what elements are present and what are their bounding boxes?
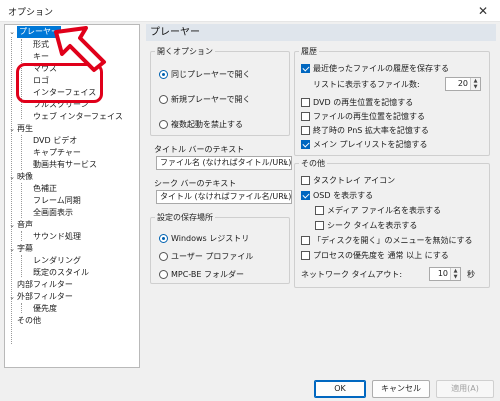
titlebar-text-select[interactable]: ファイル名 (なければタイトル/URL) ∨ [156,156,292,170]
chevron-down-icon: ∨ [282,159,288,167]
expand-caret-icon[interactable]: ⌄ [8,26,16,38]
ok-button[interactable]: OK [314,380,366,398]
tree-item-rendering[interactable]: レンダリング [33,255,81,267]
radio-windows-registry[interactable]: Windows レジストリ [159,233,249,245]
close-icon[interactable]: ✕ [466,0,500,22]
tree-item-sound-processing[interactable]: サウンド処理 [33,231,81,243]
spin-down-icon[interactable]: ▼ [471,84,480,90]
tree-item-playback[interactable]: 再生 [17,123,33,135]
checkbox-icon [301,191,310,200]
tree-item-video-sharing[interactable]: 動画共有サービス [33,159,97,171]
tree-item-priority[interactable]: 優先度 [33,303,57,315]
tree-connector [21,255,22,277]
expand-caret-icon[interactable]: ⌄ [8,171,16,183]
checkbox-remember-file-position[interactable]: ファイルの再生位置を記憶する [301,111,425,123]
radio-icon [159,95,168,104]
checkbox-show-media-filename[interactable]: メディア ファイル名を表示する [315,205,441,217]
cancel-button[interactable]: キャンセル [372,380,430,398]
checkbox-process-priority[interactable]: プロセスの優先度を 通常 以上 にする [301,250,449,262]
tree-item-other[interactable]: その他 [17,315,41,327]
tree-connector [21,135,22,170]
checkbox-icon [301,236,310,245]
other-legend: その他 [301,159,325,168]
checkbox-save-recent-history[interactable]: 最近使ったファイルの履歴を保存する [301,63,449,75]
network-timeout-spinner[interactable]: 10 ▲ ▼ [429,267,461,281]
window-titlebar: オプション ✕ [0,0,500,22]
other-group: その他 タスクトレイ アイコン OSD を表示する メディア ファイル名を表示す… [294,158,490,288]
tree-item-video[interactable]: 映像 [17,171,33,183]
checkbox-icon [301,98,310,107]
expand-caret-icon[interactable]: ⌄ [8,219,16,231]
settings-location-legend: 設定の保存場所 [157,213,213,222]
tree-item-color-correction[interactable]: 色補正 [33,183,57,195]
checkbox-icon [301,251,310,260]
expand-caret-icon[interactable]: ⌄ [8,243,16,255]
radio-single-instance[interactable]: 複数起動を禁止する [159,119,243,131]
recent-file-count-label: リストに表示するファイル数: [313,80,420,89]
tree-item-keys[interactable]: キー [33,51,49,63]
network-timeout-unit: 秒 [467,270,475,279]
checkbox-disable-disc-menu[interactable]: 「ディスクを開く」のメニューを無効にする [301,235,473,247]
radio-user-profile[interactable]: ユーザー プロファイル [159,251,253,263]
window-title: オプション [8,8,54,18]
history-group: 履歴 最近使ったファイルの履歴を保存する リストに表示するファイル数: 20 ▲… [294,46,490,156]
network-timeout-label: ネットワーク タイムアウト: [301,270,403,279]
checkbox-icon [301,176,310,185]
radio-icon [159,120,168,129]
tree-item-capture[interactable]: キャプチャー [33,147,81,159]
checkbox-show-osd[interactable]: OSD を表示する [301,190,373,202]
tree-item-audio[interactable]: 音声 [17,219,33,231]
checkbox-remember-pns-zoom[interactable]: 終了時の PnS 拡大率を記憶する [301,125,429,137]
tree-connector [21,183,22,218]
seekbar-text-select[interactable]: タイトル (なければファイル名/URL) ∨ [156,190,292,204]
tree-item-fullscreen-display[interactable]: 全画面表示 [33,207,73,219]
radio-same-player[interactable]: 同じプレーヤーで開く [159,69,251,81]
spin-down-icon[interactable]: ▼ [451,274,460,280]
options-page: プレーヤー 開くオプション 同じプレーヤーで開く 新規プレーヤーで開く 複数起動… [146,24,496,368]
checkbox-icon [301,64,310,73]
tree-connector [21,303,22,313]
tree-connector [21,231,22,241]
tree-item-external-filters[interactable]: 外部フィルター [17,291,73,303]
settings-location-group: 設定の保存場所 Windows レジストリ ユーザー プロファイル MPC-BE… [150,212,290,284]
radio-icon [159,252,168,261]
tree-item-web-interface[interactable]: ウェブ インターフェイス [33,111,123,123]
checkbox-icon [301,126,310,135]
tree-item-subtitles[interactable]: 字幕 [17,243,33,255]
seekbar-text-label: シーク バーのテキスト [154,179,237,188]
checkbox-icon [315,221,324,230]
radio-mpcbe-folder[interactable]: MPC-BE フォルダー [159,269,244,281]
open-options-legend: 開くオプション [157,47,213,56]
checkbox-remember-dvd-position[interactable]: DVD の再生位置を記憶する [301,97,413,109]
apply-button[interactable]: 適用(A) [436,380,494,398]
checkbox-tray-icon[interactable]: タスクトレイ アイコン [301,175,395,187]
tree-item-format[interactable]: 形式 [33,39,49,51]
open-options-group: 開くオプション 同じプレーヤーで開く 新規プレーヤーで開く 複数起動を禁止する [150,46,290,136]
tree-item-internal-filters[interactable]: 内部フィルター [17,279,73,291]
expand-caret-icon[interactable]: ⌄ [8,123,16,135]
checkbox-icon [315,206,324,215]
chevron-down-icon: ∨ [282,193,288,201]
radio-icon [159,270,168,279]
radio-icon [159,70,168,79]
history-legend: 履歴 [301,47,317,56]
checkbox-remember-main-playlist[interactable]: メイン プレイリストを記憶する [301,139,428,151]
radio-new-player[interactable]: 新規プレーヤーで開く [159,94,251,106]
radio-icon [159,234,168,243]
checkbox-icon [301,112,310,121]
checkbox-show-seek-time[interactable]: シーク タイムを表示する [315,220,417,232]
titlebar-text-label: タイトル バーのテキスト [154,145,245,154]
annotation-arrow-icon [54,26,106,72]
tree-item-default-style[interactable]: 既定のスタイル [33,267,89,279]
tree-item-dvd-video[interactable]: DVD ビデオ [33,135,77,147]
recent-file-count-spinner[interactable]: 20 ▲ ▼ [445,77,481,91]
checkbox-icon [301,140,310,149]
expand-caret-icon[interactable]: ⌄ [8,291,16,303]
page-title: プレーヤー [146,24,496,41]
tree-item-frame-sync[interactable]: フレーム同期 [33,195,81,207]
